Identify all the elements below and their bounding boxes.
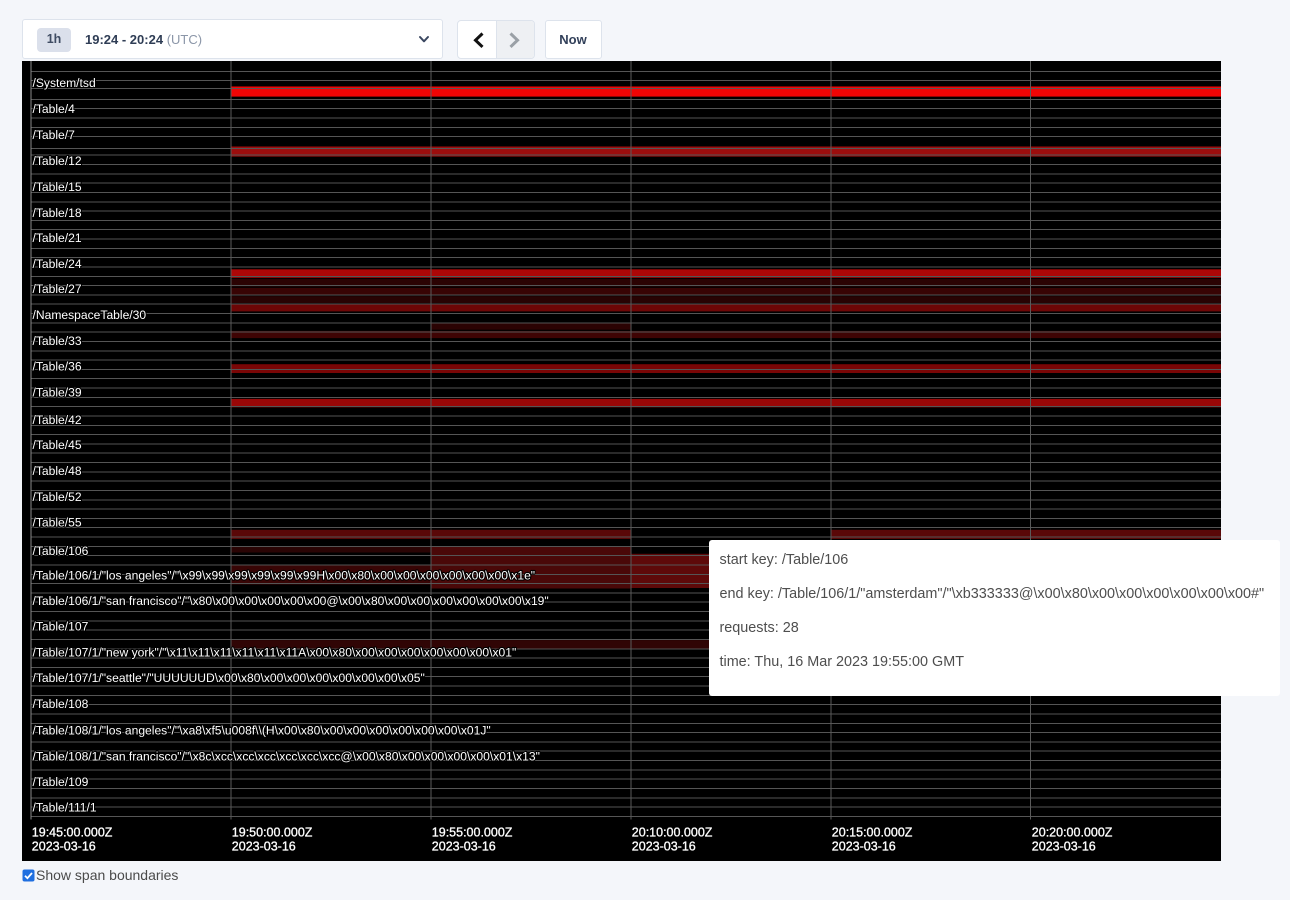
svg-text:/Table/42: /Table/42	[33, 413, 82, 427]
svg-text:/Table/55: /Table/55	[33, 516, 82, 530]
svg-text:20:10:00.000Z: 20:10:00.000Z	[632, 826, 713, 840]
svg-text:2023-03-16: 2023-03-16	[1032, 840, 1096, 854]
svg-text:/Table/48: /Table/48	[33, 464, 82, 478]
svg-text:/Table/7: /Table/7	[33, 128, 76, 142]
svg-text:/NamespaceTable/30: /NamespaceTable/30	[33, 308, 147, 322]
svg-text:2023-03-16: 2023-03-16	[832, 840, 896, 854]
svg-text:/System/tsd: /System/tsd	[33, 76, 96, 90]
svg-text:19:45:00.000Z: 19:45:00.000Z	[32, 826, 113, 840]
svg-text:/Table/4: /Table/4	[33, 102, 76, 116]
svg-text:/Table/107/1/"seattle"/"UUUUUU: /Table/107/1/"seattle"/"UUUUUUD\x00\x80\…	[33, 671, 425, 685]
svg-text:/Table/21: /Table/21	[33, 231, 82, 245]
svg-text:20:15:00.000Z: 20:15:00.000Z	[832, 826, 913, 840]
svg-text:2023-03-16: 2023-03-16	[432, 840, 496, 854]
svg-text:/Table/106/1/"los angeles"/"\x: /Table/106/1/"los angeles"/"\x99\x99\x99…	[33, 569, 536, 583]
svg-text:/Table/108/1/"los angeles"/"\x: /Table/108/1/"los angeles"/"\xa8\xf5\u00…	[33, 724, 491, 738]
svg-text:/Table/15: /Table/15	[33, 180, 82, 194]
svg-text:/Table/24: /Table/24	[33, 257, 82, 271]
svg-text:/Table/106: /Table/106	[33, 544, 89, 558]
svg-text:/Table/109: /Table/109	[33, 775, 89, 789]
svg-text:19:55:00.000Z: 19:55:00.000Z	[432, 826, 513, 840]
svg-text:/Table/18: /Table/18	[33, 206, 82, 220]
svg-text:2023-03-16: 2023-03-16	[32, 840, 96, 854]
svg-text:2023-03-16: 2023-03-16	[632, 840, 696, 854]
svg-text:/Table/108: /Table/108	[33, 697, 89, 711]
svg-text:2023-03-16: 2023-03-16	[232, 840, 296, 854]
svg-text:/Table/12: /Table/12	[33, 154, 82, 168]
svg-text:20:20:00.000Z: 20:20:00.000Z	[1032, 826, 1113, 840]
svg-text:/Table/45: /Table/45	[33, 438, 82, 452]
svg-text:/Table/108/1/"san francisco"/": /Table/108/1/"san francisco"/"\x8c\xcc\x…	[33, 750, 540, 764]
svg-text:/Table/33: /Table/33	[33, 334, 82, 348]
svg-text:/Table/107/1/"new york"/"\x11\: /Table/107/1/"new york"/"\x11\x11\x11\x1…	[33, 646, 517, 660]
svg-text:/Table/111/1: /Table/111/1	[33, 801, 97, 815]
svg-text:19:50:00.000Z: 19:50:00.000Z	[232, 826, 313, 840]
svg-text:/Table/106/1/"san francisco"/": /Table/106/1/"san francisco"/"\x80\x00\x…	[33, 594, 549, 608]
svg-text:/Table/52: /Table/52	[33, 490, 82, 504]
svg-text:/Table/107: /Table/107	[33, 620, 89, 634]
svg-text:/Table/27: /Table/27	[33, 282, 82, 296]
svg-text:/Table/39: /Table/39	[33, 386, 82, 400]
svg-text:/Table/36: /Table/36	[33, 360, 82, 374]
